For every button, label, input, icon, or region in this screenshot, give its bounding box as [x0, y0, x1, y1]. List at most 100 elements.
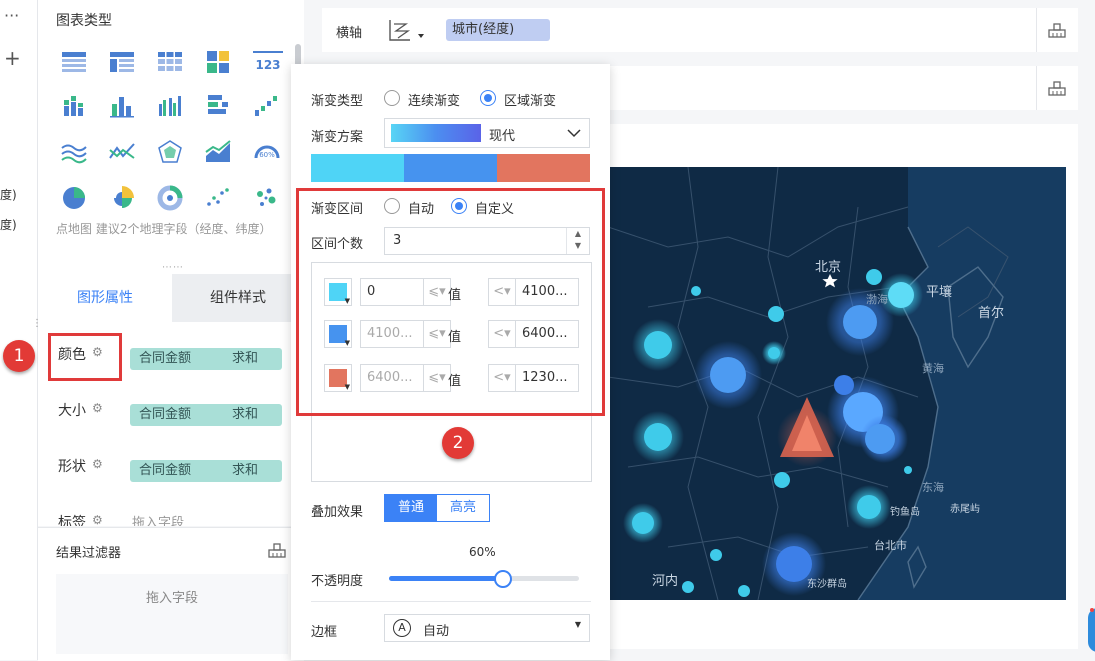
gradient-segment	[404, 154, 497, 182]
opacity-slider-thumb[interactable]	[494, 570, 512, 588]
area-chart-icon[interactable]	[60, 138, 88, 166]
gradient-preview-bar	[311, 154, 590, 182]
gear-icon[interactable]: ⚙	[92, 457, 103, 471]
left-strip: ··· + 度) 度) ⋮	[0, 0, 42, 660]
gear-icon[interactable]: ⚙	[92, 513, 103, 526]
scatter-chart-icon[interactable]	[204, 184, 232, 212]
field-chip[interactable]: 合同金额 求和	[130, 460, 282, 482]
blend-highlight-button[interactable]: 高亮	[437, 495, 489, 521]
map-label-beijing: 北京	[815, 260, 841, 275]
highlight-box-range	[296, 188, 605, 416]
blend-effect-label: 叠加效果	[311, 505, 364, 520]
detail-table-icon[interactable]	[156, 48, 184, 76]
filter-settings-icon[interactable]	[268, 542, 286, 558]
x-axis-field-chip[interactable]: 城市(经度)	[446, 19, 550, 41]
rose-chart-icon[interactable]	[108, 184, 136, 212]
tab-graph-properties[interactable]: 图形属性	[38, 274, 172, 322]
field-name: 合同金额	[139, 351, 192, 366]
property-label-row[interactable]: 标签 ⚙ 拖入字段	[38, 496, 304, 526]
pie-chart-icon[interactable]	[60, 184, 88, 212]
chevron-down-icon	[567, 129, 581, 138]
axis-type-dropdown-icon[interactable]	[388, 18, 428, 44]
gradient-type-label: 渐变类型	[311, 94, 364, 109]
chart-type-hint: 点地图 建议2个地理字段（经度、纬度）	[56, 222, 272, 236]
add-icon[interactable]: +	[4, 46, 21, 70]
field-drop-hint[interactable]: 拖入字段	[132, 512, 184, 526]
pivot-table-icon[interactable]	[108, 48, 136, 76]
property-size-row[interactable]: 大小 ⚙ 合同金额 求和	[38, 384, 304, 440]
field-aggregation: 求和	[231, 463, 258, 478]
truncated-field-1: 度)	[0, 188, 17, 202]
gradient-segment	[311, 154, 404, 182]
radio-continuous-label[interactable]: 连续渐变	[408, 90, 460, 109]
field-chip[interactable]: 合同金额 求和	[130, 348, 282, 370]
opacity-slider-fill	[389, 576, 503, 581]
gauge-icon[interactable]: 60%	[252, 138, 282, 166]
gradient-segment	[497, 154, 590, 182]
result-filter-panel: 结果过滤器 拖入字段	[38, 527, 304, 661]
radio-continuous[interactable]	[384, 90, 400, 106]
field-aggregation: 求和	[231, 351, 258, 366]
radar-chart-icon[interactable]	[156, 138, 184, 166]
step-badge-1: 1	[3, 340, 35, 372]
map-label-dongsha: 东沙群岛	[807, 577, 847, 590]
x-axis-settings-icon[interactable]	[1048, 22, 1066, 38]
chart-type-panel: 图表类型 123 60% 点地图 建议2个地理字段（经度、纬度） ⋯⋯	[38, 0, 304, 274]
opacity-slider[interactable]	[389, 570, 579, 588]
border-select[interactable]: A 自动 ▼	[384, 614, 590, 642]
map-label-diaoyu: 钓鱼岛	[890, 505, 920, 518]
area-trend-icon[interactable]	[204, 138, 232, 166]
field-name: 合同金额	[139, 463, 192, 478]
auto-border-icon: A	[393, 619, 411, 637]
grouped-bar-icon[interactable]	[156, 92, 184, 120]
more-icon[interactable]: ···	[4, 6, 19, 25]
assistant-button[interactable]	[1088, 608, 1095, 652]
panel-resize-handle[interactable]: ⋯⋯	[162, 262, 184, 273]
filter-drop-zone[interactable]: 拖入字段	[56, 574, 288, 654]
map-label-hanoi: 河内	[652, 573, 678, 589]
map-label-pyongyang: 平壤	[926, 284, 952, 300]
horizontal-bar-icon[interactable]	[204, 92, 232, 120]
y-axis-settings-icon[interactable]	[1048, 80, 1066, 96]
notification-dot	[1090, 608, 1094, 612]
map-label-chiwei: 赤尾屿	[950, 503, 980, 515]
x-axis-bar: 横轴 城市(经度)	[322, 8, 1078, 52]
bar-chart-icon[interactable]	[108, 92, 136, 120]
tab-component-style[interactable]: 组件样式	[172, 274, 304, 322]
line-chart-icon[interactable]	[108, 138, 136, 166]
number-card-icon[interactable]: 123	[252, 48, 284, 76]
map-label-taipei: 台北市	[874, 538, 907, 552]
opacity-value: 60%	[469, 545, 496, 559]
gradient-scheme-label: 渐变方案	[311, 130, 364, 145]
highlight-box-color	[48, 333, 122, 381]
chart-type-title: 图表类型	[56, 13, 112, 29]
caret-down-icon: ▼	[574, 620, 581, 629]
radio-region-label[interactable]: 区域渐变	[504, 90, 556, 109]
waterfall-icon[interactable]	[252, 92, 280, 120]
property-label: 标签	[58, 515, 86, 526]
divider	[1036, 66, 1037, 110]
field-chip[interactable]: 合同金额 求和	[130, 404, 282, 426]
divider	[1036, 8, 1037, 52]
map-label-seoul: 首尔	[978, 306, 1004, 321]
map-label-yellow-sea: 黄海	[922, 361, 944, 375]
kpi-card-icon[interactable]	[204, 48, 232, 76]
gear-icon[interactable]: ⚙	[92, 401, 103, 415]
radio-region[interactable]	[480, 90, 496, 106]
point-map-icon[interactable]	[252, 184, 280, 212]
point-map[interactable]: 北京 渤海 平壤 首尔 黄海 东海 钓鱼岛 赤尾屿 台北市 河内 东沙群岛	[608, 167, 1066, 600]
stacked-bar-icon[interactable]	[60, 92, 88, 120]
gradient-scheme-select[interactable]: 现代	[384, 118, 590, 148]
scheme-swatch	[391, 124, 481, 142]
x-axis-label: 横轴	[336, 26, 363, 41]
blend-normal-button[interactable]: 普通	[385, 495, 437, 521]
donut-chart-icon[interactable]	[156, 184, 184, 212]
property-shape-row[interactable]: 形状 ⚙ 合同金额 求和	[38, 440, 304, 496]
divider	[311, 601, 591, 602]
opacity-label: 不透明度	[311, 574, 364, 589]
table-icon[interactable]	[60, 48, 88, 76]
map-label-bohai: 渤海	[866, 292, 888, 306]
border-label: 边框	[311, 625, 338, 640]
truncated-field-2: 度)	[0, 218, 17, 232]
blend-effect-toggle: 普通 高亮	[384, 494, 490, 522]
